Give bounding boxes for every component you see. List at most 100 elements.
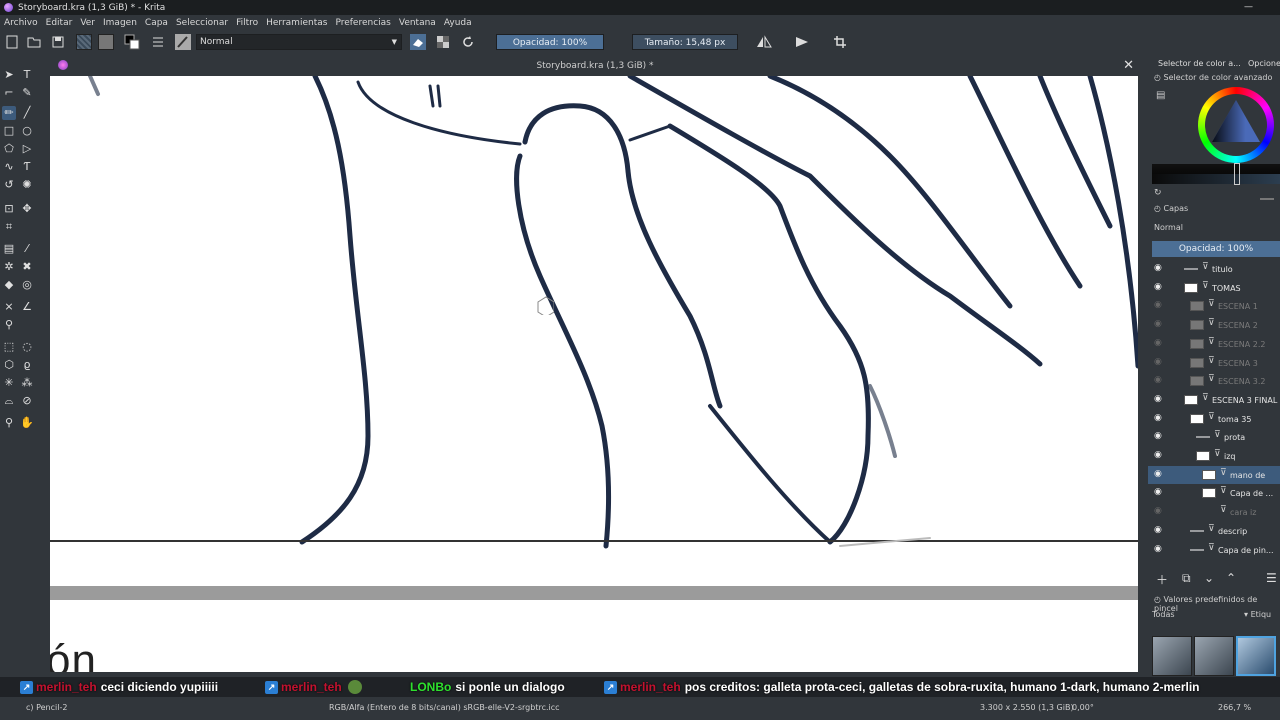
visibility-eye-icon[interactable]: ◉ bbox=[1154, 544, 1162, 554]
move-down-icon[interactable]: ⌄ bbox=[1204, 571, 1214, 585]
elliptical-selection-tool-icon[interactable]: ◌ bbox=[20, 340, 34, 354]
visibility-eye-icon[interactable]: ◉ bbox=[1154, 469, 1162, 479]
tab-color-selector[interactable]: Selector de color a... bbox=[1158, 59, 1241, 68]
multibrush-tool-icon[interactable]: ✺ bbox=[20, 178, 34, 192]
presets-filter[interactable]: Todas bbox=[1152, 610, 1175, 619]
layer-row[interactable]: ◉ ⊽ prota bbox=[1148, 428, 1280, 446]
layer-row[interactable]: ◉ ⊽ ESCENA 2 bbox=[1148, 316, 1280, 334]
zoom-level[interactable]: 266,7 % bbox=[1218, 703, 1251, 712]
refresh-icon[interactable]: ↻ bbox=[1154, 188, 1162, 198]
layers-blend-mode[interactable]: Normal bbox=[1154, 223, 1183, 232]
layer-row[interactable]: ◉ ⊽ toma 35 bbox=[1148, 410, 1280, 428]
ellipse-tool-icon[interactable]: ○ bbox=[20, 124, 34, 138]
visibility-eye-icon[interactable]: ◉ bbox=[1154, 413, 1162, 423]
edit-shape-tool-icon[interactable]: ⌐ bbox=[2, 86, 16, 100]
brush-preset-1[interactable] bbox=[1152, 636, 1192, 676]
move-tool-icon[interactable]: ✥ bbox=[20, 202, 34, 216]
tab-options[interactable]: Opcione bbox=[1248, 59, 1280, 68]
group-toggle-icon[interactable]: ⊽ bbox=[1208, 299, 1215, 309]
new-document-icon[interactable] bbox=[4, 34, 20, 50]
menu-herramientas[interactable]: Herramientas bbox=[266, 18, 327, 28]
calligraphy-tool-icon[interactable]: ✎ bbox=[20, 86, 34, 100]
layer-row[interactable]: ◉ ⊽ descrip bbox=[1148, 522, 1280, 540]
eraser-mode-icon[interactable] bbox=[410, 34, 426, 50]
polyline-tool-icon[interactable]: ▷ bbox=[20, 142, 34, 156]
group-toggle-icon[interactable]: ⊽ bbox=[1220, 505, 1227, 515]
layer-row[interactable]: ◉ ⊽ Capa de pin... bbox=[1148, 541, 1280, 559]
visibility-eye-icon[interactable]: ◉ bbox=[1154, 506, 1162, 516]
visibility-eye-icon[interactable]: ◉ bbox=[1154, 375, 1162, 385]
group-toggle-icon[interactable]: ⊽ bbox=[1202, 262, 1209, 272]
group-toggle-icon[interactable]: ⊽ bbox=[1208, 337, 1215, 347]
brush-preset-3[interactable] bbox=[1236, 636, 1276, 676]
save-icon[interactable] bbox=[50, 34, 66, 50]
minimize-button[interactable]: — bbox=[1244, 2, 1254, 12]
visibility-eye-icon[interactable]: ◉ bbox=[1154, 487, 1162, 497]
visibility-eye-icon[interactable]: ◉ bbox=[1154, 300, 1162, 310]
pan-tool-icon[interactable]: ✋ bbox=[20, 416, 34, 430]
menu-capa[interactable]: Capa bbox=[145, 18, 168, 28]
enclose-fill-tool-icon[interactable]: ◎ bbox=[20, 278, 34, 292]
canvas[interactable]: ón bbox=[50, 76, 1138, 672]
measure-tool-icon[interactable]: ∠ bbox=[20, 300, 34, 314]
zoom-tool-icon[interactable]: ⚲ bbox=[2, 416, 16, 430]
group-toggle-icon[interactable]: ⊽ bbox=[1208, 374, 1215, 384]
menu-ventana[interactable]: Ventana bbox=[399, 18, 436, 28]
group-toggle-icon[interactable]: ⊽ bbox=[1208, 524, 1215, 534]
brush-settings-icon[interactable] bbox=[150, 34, 166, 50]
layer-row[interactable]: ◉ ⊽ ESCENA 3 FINAL bbox=[1148, 391, 1280, 409]
group-toggle-icon[interactable]: ⊽ bbox=[1202, 281, 1209, 291]
layer-row[interactable]: ◉ ⊽ ESCENA 3.2 bbox=[1148, 372, 1280, 390]
rotation-value[interactable]: 0,00° bbox=[1072, 703, 1094, 712]
text-tool-icon[interactable]: T bbox=[20, 68, 34, 82]
rectangular-selection-tool-icon[interactable]: ⬚ bbox=[2, 340, 16, 354]
pattern-swatch[interactable] bbox=[98, 34, 114, 50]
duplicate-layer-icon[interactable]: ⧉ bbox=[1182, 571, 1191, 586]
close-document-button[interactable]: ✕ bbox=[1123, 58, 1134, 73]
freehand-brush-tool-icon[interactable]: ✏ bbox=[2, 106, 16, 120]
gradient-swatch[interactable] bbox=[76, 34, 92, 50]
visibility-eye-icon[interactable]: ◉ bbox=[1154, 357, 1162, 367]
layer-row[interactable]: ◉ ⊽ TOMAS bbox=[1148, 279, 1280, 297]
polygonal-selection-tool-icon[interactable]: ⬡ bbox=[2, 358, 16, 372]
visibility-eye-icon[interactable]: ◉ bbox=[1154, 282, 1162, 292]
rectangle-tool-icon[interactable]: □ bbox=[2, 124, 16, 138]
visibility-eye-icon[interactable]: ◉ bbox=[1154, 319, 1162, 329]
brush-preset-2[interactable] bbox=[1194, 636, 1234, 676]
smart-patch-tool-icon[interactable]: ✖ bbox=[20, 260, 34, 274]
move-up-icon[interactable]: ⌃ bbox=[1226, 571, 1236, 585]
group-toggle-icon[interactable]: ⊽ bbox=[1208, 356, 1215, 366]
color-picker-tool-icon[interactable]: ⁄ bbox=[20, 242, 34, 256]
value-marker[interactable] bbox=[1234, 163, 1240, 185]
magnetic-selection-tool-icon[interactable]: ⊘ bbox=[20, 394, 34, 408]
blend-mode-select[interactable]: Normal ▼ bbox=[196, 34, 402, 50]
layer-row[interactable]: ◉ ⊽ ESCENA 3 bbox=[1148, 354, 1280, 372]
layer-row[interactable]: ◉ ⊽ cara iz bbox=[1148, 503, 1280, 521]
menu-preferencias[interactable]: Preferencias bbox=[335, 18, 390, 28]
docker-splitter[interactable] bbox=[1260, 198, 1274, 200]
bezier-selection-tool-icon[interactable]: ⌓ bbox=[2, 394, 16, 408]
visibility-eye-icon[interactable]: ◉ bbox=[1154, 338, 1162, 348]
layer-row[interactable]: ◉ ⊽ izq bbox=[1148, 447, 1280, 465]
color-settings-icon[interactable]: ▤ bbox=[1156, 90, 1165, 101]
open-folder-icon[interactable] bbox=[26, 34, 42, 50]
group-toggle-icon[interactable]: ⊽ bbox=[1220, 468, 1227, 478]
gradient-tool-icon[interactable]: ▤ bbox=[2, 242, 16, 256]
add-layer-icon[interactable]: ＋ bbox=[1156, 571, 1168, 588]
opacity-slider[interactable]: Opacidad: 100% bbox=[496, 34, 604, 50]
brush-preset-icon[interactable] bbox=[175, 34, 191, 50]
visibility-eye-icon[interactable]: ◉ bbox=[1154, 263, 1162, 273]
freehand-selection-tool-icon[interactable]: ϱ bbox=[20, 358, 34, 372]
group-toggle-icon[interactable]: ⊽ bbox=[1220, 486, 1227, 496]
similar-selection-tool-icon[interactable]: ⁂ bbox=[20, 376, 34, 390]
select-shape-tool-icon[interactable]: ➤ bbox=[2, 68, 16, 82]
group-toggle-icon[interactable]: ⊽ bbox=[1214, 430, 1221, 440]
colorize-mask-tool-icon[interactable]: ✲ bbox=[2, 260, 16, 274]
presets-tag-select[interactable]: ▾ Etiqu bbox=[1244, 610, 1271, 619]
mirror-vertical-icon[interactable] bbox=[794, 34, 810, 50]
reference-images-tool-icon[interactable]: ⚲ bbox=[2, 318, 16, 332]
line-tool-icon[interactable]: ╱ bbox=[20, 106, 34, 120]
menu-ayuda[interactable]: Ayuda bbox=[444, 18, 472, 28]
mirror-horizontal-icon[interactable] bbox=[756, 34, 772, 50]
assistant-tool-icon[interactable]: ⨯ bbox=[2, 300, 16, 314]
